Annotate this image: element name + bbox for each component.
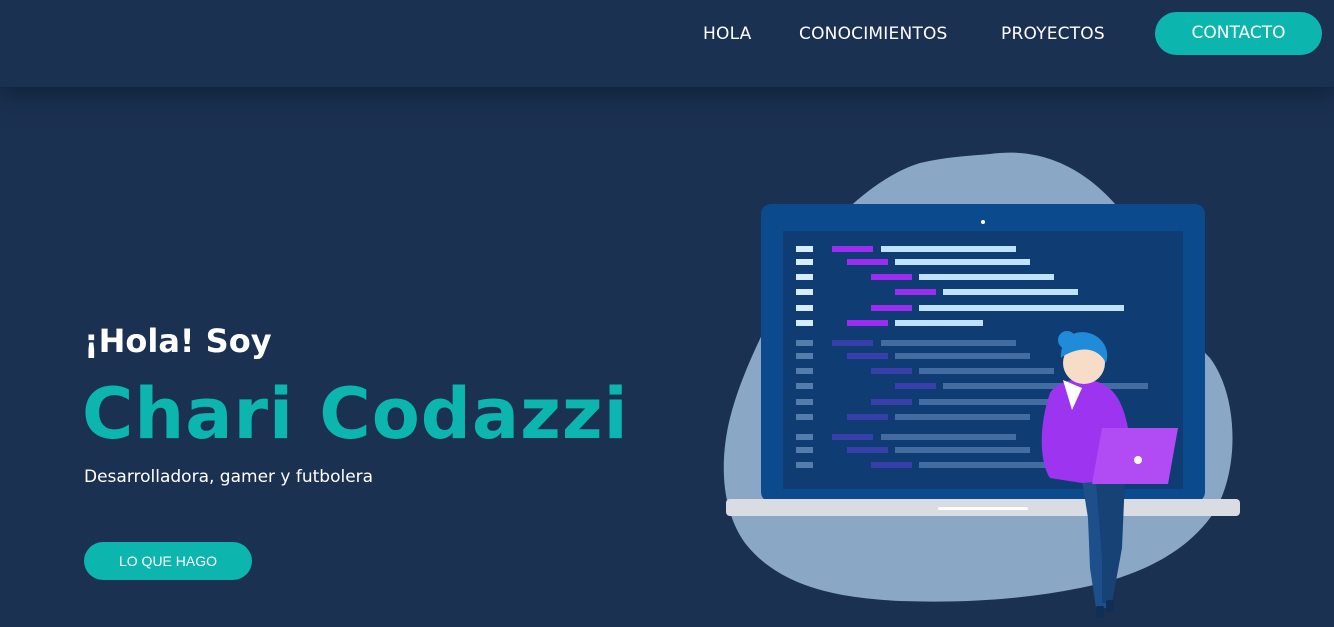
what-i-do-button[interactable]: LO QUE HAGO (84, 542, 252, 580)
nav-link-hola[interactable]: HOLA (703, 23, 751, 45)
hero-tagline: Desarrolladora, gamer y futbolera (84, 467, 374, 487)
contact-button[interactable]: CONTACTO (1155, 12, 1322, 55)
person-laptop (1092, 428, 1178, 484)
hero-greeting: ¡Hola! Soy (84, 322, 272, 360)
hero-name: Chari Codazzi (82, 373, 629, 455)
webcam-dot (981, 220, 985, 224)
developer-laptop-illustration (723, 152, 1240, 618)
laptop-trackpad-slot (938, 507, 1028, 510)
nav-link-proyectos[interactable]: PROYECTOS (1001, 23, 1105, 45)
navbar: HOLA CONOCIMIENTOS PROYECTOS CONTACTO (0, 0, 1334, 87)
nav-link-conocimientos[interactable]: CONOCIMIENTOS (799, 23, 948, 45)
